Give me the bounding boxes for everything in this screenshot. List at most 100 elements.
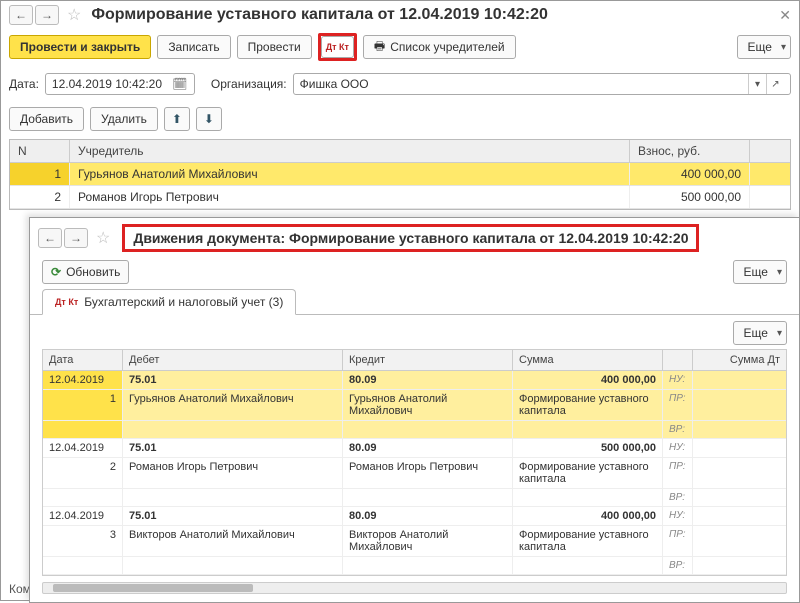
movement-row[interactable]: 12.04.2019 75.01 80.09 400 000,00 НУ: xyxy=(43,371,786,390)
org-input[interactable]: Фишка ООО ▾ ↗ xyxy=(293,73,791,95)
dtkt-button[interactable]: Дт Кт xyxy=(321,36,354,58)
founders-grid: N Учредитель Взнос, руб. 1 Гурьянов Анат… xyxy=(9,139,791,210)
founders-list-label: Список учредителей xyxy=(390,40,504,54)
cell-credit-sub: Гурьянов Анатолий Михайлович xyxy=(343,390,513,420)
cell-sumdt xyxy=(693,439,786,457)
cell-empty xyxy=(343,557,513,574)
cell-empty xyxy=(43,421,123,438)
cell-empty xyxy=(343,421,513,438)
tabstrip: Дт Кт Бухгалтерский и налоговый учет (3) xyxy=(30,288,799,314)
tab-dtkt-icon: Дт Кт xyxy=(55,297,78,307)
col-spacer xyxy=(750,140,790,162)
cell-credit-acc: 80.09 xyxy=(343,507,513,525)
delete-row-button[interactable]: Удалить xyxy=(90,107,158,131)
cell-rownum: 1 xyxy=(43,390,123,420)
cell-founder: Гурьянов Анатолий Михайлович xyxy=(70,163,630,185)
cell-desc: Формирование уставного капитала xyxy=(513,526,663,556)
table-row[interactable]: 1 Гурьянов Анатолий Михайлович 400 000,0… xyxy=(10,163,790,186)
refresh-button[interactable]: ⟳ Обновить xyxy=(42,260,129,284)
founders-grid-header: N Учредитель Взнос, руб. xyxy=(10,140,790,163)
movements-header: Дата Дебет Кредит Сумма Сумма Дт xyxy=(43,350,786,371)
dropdown-icon[interactable]: ▾ xyxy=(748,74,766,94)
move-down-button[interactable]: ⬇ xyxy=(196,107,222,131)
move-up-button[interactable]: ⬆ xyxy=(164,107,190,131)
col-date: Дата xyxy=(43,350,123,370)
movement-row[interactable]: 12.04.2019 75.01 80.09 500 000,00 НУ: xyxy=(43,439,786,458)
horizontal-scrollbar[interactable] xyxy=(42,582,787,594)
cell-sumdt xyxy=(693,421,786,438)
date-input[interactable]: 12.04.2019 10:42:20 🗓 xyxy=(45,73,195,95)
movement-row-sub1[interactable]: 1 Гурьянов Анатолий Михайлович Гурьянов … xyxy=(43,390,786,421)
add-row-button[interactable]: Добавить xyxy=(9,107,84,131)
cell-empty xyxy=(123,421,343,438)
more-button-top[interactable]: Еще ▾ xyxy=(737,35,791,59)
sub-titlebar: ← → ☆ Движения документа: Формирование у… xyxy=(30,218,799,252)
cell-flag-nu: НУ: xyxy=(663,439,693,457)
cell-credit-acc: 80.09 xyxy=(343,371,513,389)
more-label: Еще xyxy=(744,265,768,279)
cell-sumdt xyxy=(693,507,786,525)
cell-sum: 400 000,00 xyxy=(513,507,663,525)
post-and-close-button[interactable]: Провести и закрыть xyxy=(9,35,151,59)
cell-rownum: 3 xyxy=(43,526,123,556)
open-ref-icon[interactable]: ↗ xyxy=(766,74,784,94)
cell-sumdt xyxy=(693,526,786,556)
cell-date: 12.04.2019 xyxy=(43,371,123,389)
sub-toolbar: ⟳ Обновить Еще▾ xyxy=(30,252,799,288)
date-value: 12.04.2019 10:42:20 xyxy=(52,77,172,91)
org-value: Фишка ООО xyxy=(300,77,748,91)
more-label: Еще xyxy=(748,40,772,54)
cell-sum: 400 000,00 xyxy=(513,371,663,389)
cell-debit-sub: Викторов Анатолий Михайлович xyxy=(123,526,343,556)
cell-debit-acc: 75.01 xyxy=(123,371,343,389)
header-form-row: Дата: 12.04.2019 10:42:20 🗓 Организация:… xyxy=(1,69,799,103)
col-n: N xyxy=(10,140,70,162)
tab-accounting[interactable]: Дт Кт Бухгалтерский и налоговый учет (3) xyxy=(42,289,296,315)
movements-more-button[interactable]: Еще▾ xyxy=(733,321,787,345)
sub-nav-back-button[interactable]: ← xyxy=(38,228,62,248)
cell-empty xyxy=(513,489,663,506)
favorite-star-icon[interactable]: ☆ xyxy=(67,5,81,25)
post-button[interactable]: Провести xyxy=(237,35,312,59)
cell-flag-pr: ПР: xyxy=(663,390,693,420)
movement-row-sub2[interactable]: ВР: xyxy=(43,557,786,575)
cell-empty xyxy=(43,557,123,574)
calendar-icon[interactable]: 🗓 xyxy=(172,77,188,91)
grid-toolbar: Добавить Удалить ⬆ ⬇ xyxy=(1,103,799,135)
movements-title: Движения документа: Формирование уставно… xyxy=(133,230,688,246)
cell-empty xyxy=(123,489,343,506)
dtkt-highlight-box: Дт Кт xyxy=(318,33,357,61)
table-row[interactable]: 2 Романов Игорь Петрович 500 000,00 xyxy=(10,186,790,209)
nav-forward-button[interactable]: → xyxy=(35,5,59,25)
movements-inner-toolbar: Еще▾ xyxy=(30,315,799,349)
close-icon[interactable]: ✕ xyxy=(779,7,791,24)
col-sumdt: Сумма Дт xyxy=(693,350,786,370)
cell-date: 12.04.2019 xyxy=(43,507,123,525)
movement-row-sub2[interactable]: ВР: xyxy=(43,421,786,439)
movement-row-sub2[interactable]: ВР: xyxy=(43,489,786,507)
movements-grid: Дата Дебет Кредит Сумма Сумма Дт 12.04.2… xyxy=(42,349,787,576)
cell-desc: Формирование уставного капитала xyxy=(513,390,663,420)
movement-row[interactable]: 12.04.2019 75.01 80.09 400 000,00 НУ: xyxy=(43,507,786,526)
sub-favorite-icon[interactable]: ☆ xyxy=(96,228,110,248)
main-toolbar: Провести и закрыть Записать Провести Дт … xyxy=(1,25,799,69)
chevron-down-icon: ▾ xyxy=(781,42,786,53)
refresh-label: Обновить xyxy=(66,265,120,279)
movement-row-sub1[interactable]: 3 Викторов Анатолий Михайлович Викторов … xyxy=(43,526,786,557)
sub-nav-forward-button[interactable]: → xyxy=(64,228,88,248)
movements-window: ← → ☆ Движения документа: Формирование у… xyxy=(29,217,800,603)
cell-desc: Формирование уставного капитала xyxy=(513,458,663,488)
nav-back-button[interactable]: ← xyxy=(9,5,33,25)
save-button[interactable]: Записать xyxy=(157,35,230,59)
cell-flag-vr: ВР: xyxy=(663,557,693,574)
movements-title-box: Движения документа: Формирование уставно… xyxy=(122,224,699,252)
cell-flag-vr: ВР: xyxy=(663,421,693,438)
founders-list-button[interactable]: Список учредителей xyxy=(363,35,516,59)
cell-credit-sub: Викторов Анатолий Михайлович xyxy=(343,526,513,556)
print-icon xyxy=(374,37,385,58)
cell-debit-acc: 75.01 xyxy=(123,507,343,525)
sub-more-button[interactable]: Еще▾ xyxy=(733,260,787,284)
cell-date: 12.04.2019 xyxy=(43,439,123,457)
scroll-thumb[interactable] xyxy=(53,584,253,592)
movement-row-sub1[interactable]: 2 Романов Игорь Петрович Романов Игорь П… xyxy=(43,458,786,489)
